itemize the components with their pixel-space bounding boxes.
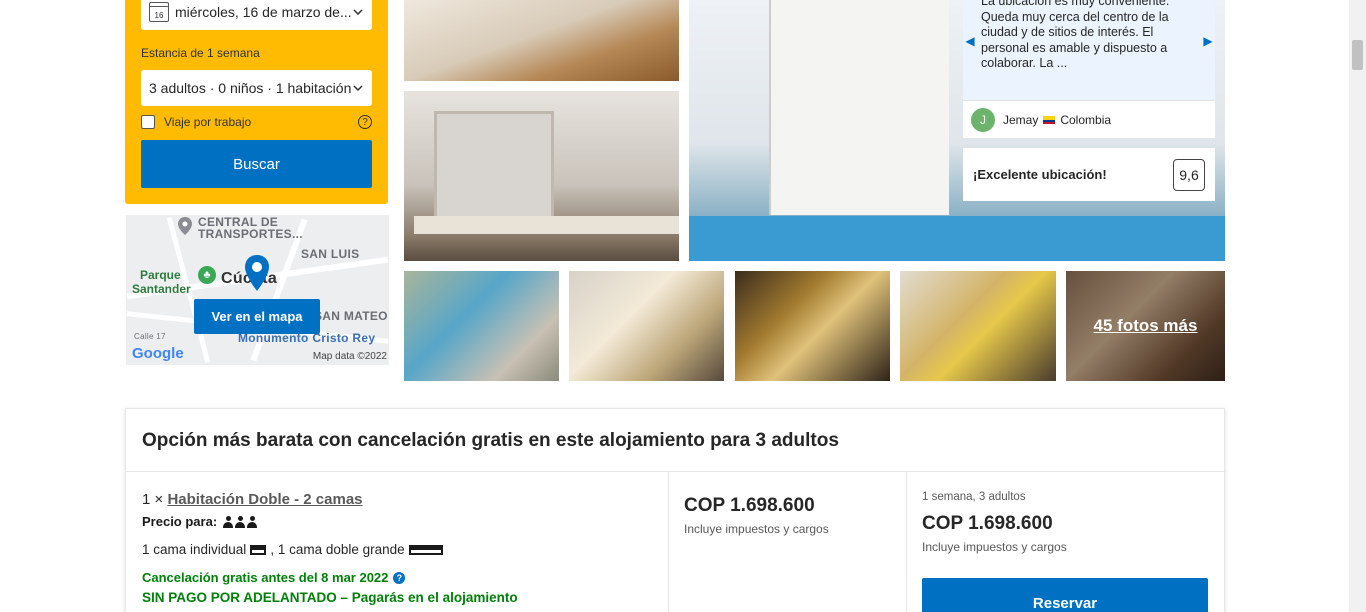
hotel-photo-suite[interactable]: [900, 271, 1056, 381]
room-count: 1 ×: [142, 491, 164, 508]
map-label: Calle 17: [134, 332, 166, 341]
building: [769, 0, 949, 215]
divider: [668, 471, 669, 612]
review-card: La ubicación es muy conveniente. Queda m…: [963, 0, 1215, 138]
location-score-label: ¡Excelente ubicación!: [973, 167, 1107, 182]
work-trip-label: Viaje por trabajo: [164, 115, 252, 129]
search-panel: 16 miércoles, 16 de marzo de... Estancia…: [125, 0, 388, 204]
divider: [906, 471, 907, 612]
more-photos-link[interactable]: 45 fotos más: [1094, 316, 1198, 336]
help-icon[interactable]: ?: [358, 115, 372, 129]
checkin-date-field[interactable]: 16 miércoles, 16 de marzo de...: [141, 0, 372, 30]
beds-row: 1 cama individual , 1 cama doble grande: [142, 542, 447, 557]
price-for-row: Precio para:: [142, 514, 258, 529]
room-line: 1 × Habitación Doble - 2 camas: [142, 491, 363, 508]
total-price: COP 1.698.600: [922, 513, 1053, 534]
chevron-down-icon: [352, 82, 364, 94]
single-bed-icon: [250, 544, 267, 555]
hotel-location-pin-icon: [245, 255, 269, 296]
view-map-button[interactable]: Ver en el mapa: [194, 299, 320, 334]
hotel-photo-stairs[interactable]: [404, 0, 679, 81]
reviewer-row: J Jemay Colombia: [963, 100, 1215, 138]
map-data-attribution: Map data ©2022: [312, 351, 387, 362]
tree-icon: ♣: [198, 266, 216, 284]
double-bed-icon: [408, 544, 443, 555]
help-icon[interactable]: ?: [393, 571, 406, 584]
double-bed-label: , 1 cama doble grande: [270, 542, 405, 557]
guests-field[interactable]: 3 adultos · 0 niños · 1 habitación: [141, 70, 372, 106]
more-photos-overlay[interactable]: 45 fotos más: [1066, 271, 1225, 381]
chevron-down-icon: [352, 6, 364, 18]
hotel-photo-room[interactable]: [569, 271, 724, 381]
map-label: SAN MATEO: [314, 309, 388, 323]
free-cancellation-text: Cancelación gratis antes del 8 mar 2022: [142, 570, 389, 585]
stay-info: 1 semana, 3 adultos: [922, 491, 1026, 503]
map-preview[interactable]: CENTRAL DE TRANSPORTES... SAN LUIS Parqu…: [126, 215, 389, 365]
hotel-photo-pool-aerial[interactable]: [404, 271, 559, 381]
calendar-day: 16: [154, 11, 164, 20]
person-icon: [223, 515, 234, 528]
location-score-box: ¡Excelente ubicación! 9,6: [963, 148, 1215, 201]
three-persons-icon: [221, 515, 258, 528]
previous-review-arrow-icon[interactable]: ◀: [963, 28, 977, 54]
person-icon: [247, 515, 258, 528]
next-review-arrow-icon[interactable]: ▶: [1201, 28, 1215, 54]
google-logo: Google: [132, 345, 184, 362]
pool: [689, 216, 1225, 261]
card-title: Opción más barata con cancelación gratis…: [142, 430, 839, 451]
free-cancellation-row: Cancelación gratis antes del 8 mar 2022 …: [142, 570, 406, 585]
map-label: Parque: [140, 268, 181, 282]
reserve-button[interactable]: Reservar: [922, 578, 1208, 612]
reviewer-name: Jemay: [1003, 112, 1039, 127]
cheapest-option-card: Opción más barata con cancelación gratis…: [125, 408, 1226, 612]
map-label: TRANSPORTES...: [198, 227, 303, 241]
colombia-flag-icon: [1043, 115, 1056, 124]
room-name-link[interactable]: Habitación Doble - 2 camas: [167, 491, 362, 508]
price: COP 1.698.600: [684, 495, 815, 516]
search-button[interactable]: Buscar: [141, 140, 372, 188]
hotel-photo-restaurant[interactable]: [735, 271, 890, 381]
hotel-photo-bathroom[interactable]: [404, 91, 679, 261]
calendar-icon: 16: [149, 2, 169, 22]
work-trip-row: Viaje por trabajo ?: [141, 115, 372, 129]
avatar: J: [971, 107, 995, 132]
scrollbar[interactable]: [1349, 0, 1366, 612]
single-bed-label: 1 cama individual: [142, 542, 247, 557]
scrollbar-thumb[interactable]: [1352, 40, 1363, 70]
divider: [126, 471, 1226, 472]
map-label: SAN LUIS: [301, 247, 360, 261]
taxes-note: Incluye impuestos y cargos: [684, 522, 829, 536]
mirror: [434, 111, 554, 231]
stay-length-label: Estancia de 1 semana: [141, 46, 260, 60]
person-icon: [235, 515, 246, 528]
map-label: Santander: [132, 282, 191, 296]
hotel-photo-more[interactable]: 45 fotos más: [1066, 271, 1225, 381]
review-text: La ubicación es muy conveniente. Queda m…: [981, 0, 1170, 70]
price-for-label: Precio para:: [142, 514, 218, 529]
work-trip-checkbox[interactable]: [141, 115, 155, 129]
no-prepayment-text: SIN PAGO POR ADELANTADO – Pagarás en el …: [142, 590, 518, 605]
hotel-page: 16 miércoles, 16 de marzo de... Estancia…: [0, 0, 1366, 612]
counter: [414, 216, 679, 234]
taxes-note: Incluye impuestos y cargos: [922, 540, 1067, 554]
date-value: miércoles, 16 de marzo de...: [175, 4, 352, 20]
reviewer-country: Colombia: [1060, 112, 1112, 127]
map-pin-icon: [178, 217, 192, 240]
guests-value: 3 adultos · 0 niños · 1 habitación: [149, 80, 352, 96]
location-score-badge: 9,6: [1173, 158, 1205, 191]
